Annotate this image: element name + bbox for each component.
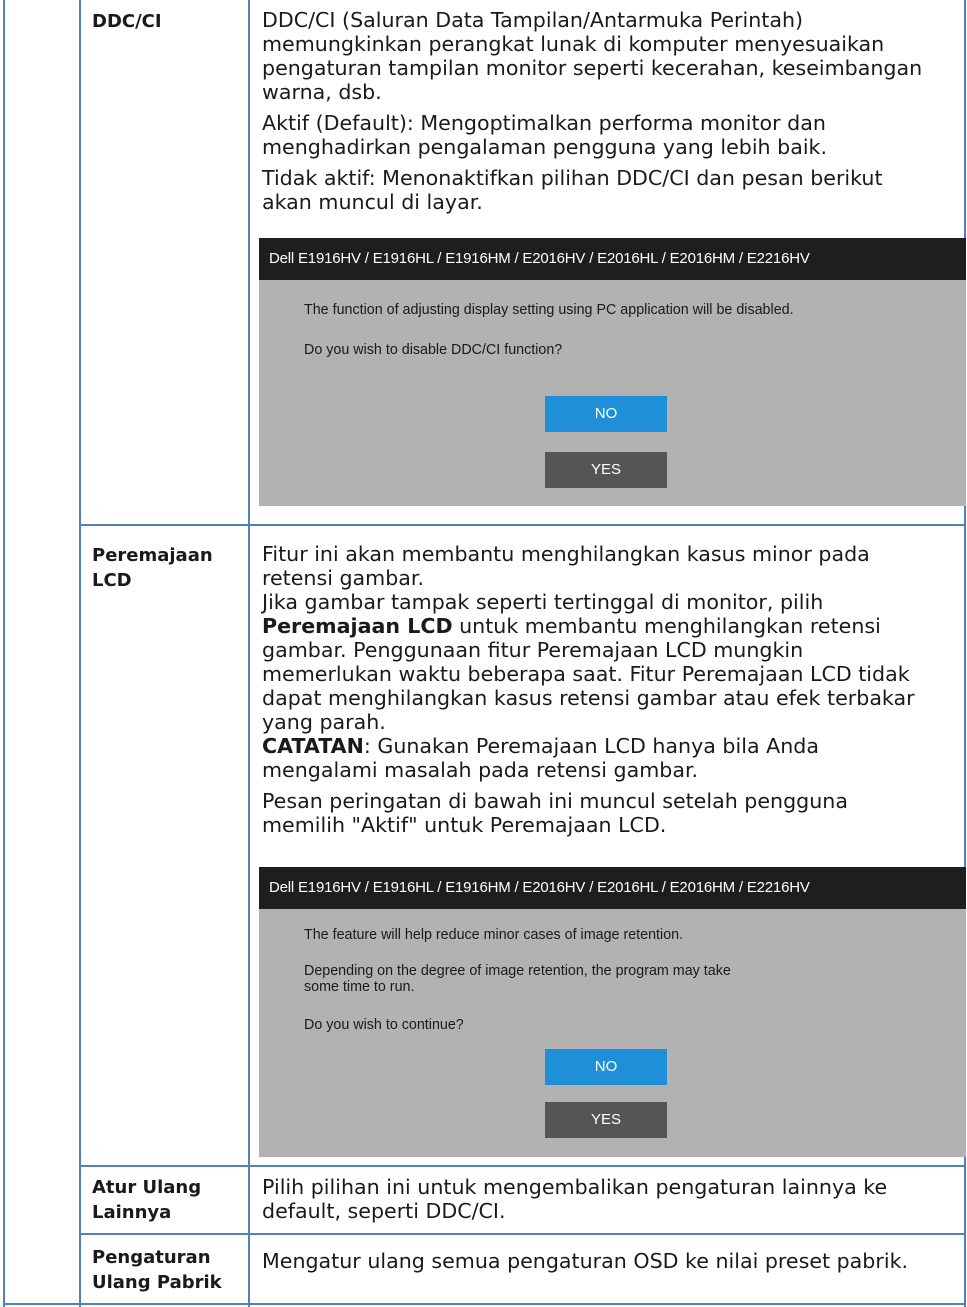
note-line: CATATAN: Gunakan Peremajaan LCD hanya bi… — [262, 734, 962, 758]
dialog-message: Depending on the degree of image retenti… — [304, 963, 731, 979]
label-line: Ulang Pabrik — [92, 1272, 222, 1293]
note-text: : Gunakan Peremajaan LCD hanya bila Anda — [363, 734, 819, 758]
label-line: Atur Ulang — [92, 1177, 202, 1198]
row-label-factory-reset: Pengaturan Ulang Pabrik — [92, 1245, 222, 1295]
label-line: Pengaturan — [92, 1247, 211, 1268]
row-divider — [79, 1233, 966, 1235]
label-line: Peremajaan — [92, 545, 213, 566]
lcd-warning-dialog: Dell E1916HV / E1916HL / E1916HM / E2016… — [259, 867, 966, 1157]
dialog-title: Dell E1916HV / E1916HL / E1916HM / E2016… — [259, 867, 966, 909]
no-button[interactable]: NO — [545, 1049, 667, 1085]
text-line: memilih "Aktif" untuk Peremajaan LCD. — [262, 813, 667, 837]
dialog-message: The feature will help reduce minor cases… — [304, 927, 684, 943]
settings-table: DDC/CI DDC/CI (Saluran Data Tampilan/Ant… — [0, 0, 967, 1307]
table-border-divider — [248, 0, 250, 1307]
text-line: Tidak aktif: Menonaktifkan pilihan DDC/C… — [262, 166, 883, 190]
ddcci-warning-dialog: Dell E1916HV / E1916HL / E1916HM / E2016… — [259, 238, 966, 506]
text-line: dapat menghilangkan kasus retensi gambar… — [262, 686, 915, 710]
text-line: Mengatur ulang semua pengaturan OSD ke n… — [262, 1249, 909, 1273]
text-line: menghadirkan pengalaman pengguna yang le… — [262, 135, 828, 159]
text-line: mengalami masalah pada retensi gambar. — [262, 758, 699, 782]
other-reset-description: Pilih pilihan ini untuk mengembalikan pe… — [262, 1175, 962, 1223]
text-line: DDC/CI (Saluran Data Tampilan/Antarmuka … — [262, 8, 804, 32]
ddcci-description: DDC/CI (Saluran Data Tampilan/Antarmuka … — [262, 8, 962, 214]
table-border-bottom — [3, 1303, 966, 1305]
lcd-description: Fitur ini akan membantu menghilangkan ka… — [262, 542, 962, 837]
yes-button[interactable]: YES — [545, 1102, 667, 1138]
bold-term: Peremajaan LCD — [262, 614, 453, 638]
row-label-ddcci: DDC/CI — [92, 11, 162, 32]
text-line: Pilih pilihan ini untuk mengembalikan pe… — [262, 1175, 888, 1199]
no-button[interactable]: NO — [545, 396, 667, 432]
text-line: default, seperti DDC/CI. — [262, 1199, 506, 1223]
dialog-question: Do you wish to disable DDC/CI function? — [304, 342, 563, 358]
factory-reset-description: Mengatur ulang semua pengaturan OSD ke n… — [262, 1249, 962, 1273]
dialog-title: Dell E1916HV / E1916HL / E1916HM / E2016… — [259, 238, 966, 280]
row-label-lcd-conditioning: Peremajaan LCD — [92, 543, 213, 593]
text-line: Peremajaan LCD untuk membantu menghilang… — [262, 614, 962, 638]
text-line: Aktif (Default): Mengoptimalkan performa… — [262, 111, 826, 135]
note-label: CATATAN — [262, 734, 364, 758]
text-line: memungkinkan perangkat lunak di komputer… — [262, 32, 885, 56]
text-line: Fitur ini akan membantu menghilangkan ka… — [262, 542, 870, 566]
row-divider — [79, 1165, 966, 1167]
table-border-label-left — [79, 0, 81, 1307]
dialog-message: The function of adjusting display settin… — [304, 302, 794, 318]
row-divider — [79, 524, 966, 526]
text-line: gambar. Penggunaan fitur Peremajaan LCD … — [262, 638, 804, 662]
table-border-left — [3, 0, 5, 1307]
text-line: pengaturan tampilan monitor seperti kece… — [262, 56, 923, 80]
text-line: warna, dsb. — [262, 80, 382, 104]
text-line: Pesan peringatan di bawah ini muncul set… — [262, 789, 848, 813]
text-line: akan muncul di layar. — [262, 190, 483, 214]
label-line: Lainnya — [92, 1202, 172, 1223]
label-line: LCD — [92, 570, 132, 591]
yes-button[interactable]: YES — [545, 452, 667, 488]
dialog-question: Do you wish to continue? — [304, 1017, 464, 1033]
dialog-message: some time to run. — [304, 979, 415, 995]
row-label-other-reset: Atur Ulang Lainnya — [92, 1175, 201, 1225]
inline-text: untuk membantu menghilangkan retensi — [452, 614, 881, 638]
text-line: memerlukan waktu beberapa saat. Fitur Pe… — [262, 662, 910, 686]
text-line: Jika gambar tampak seperti tertinggal di… — [262, 590, 824, 614]
text-line: yang parah. — [262, 710, 386, 734]
text-line: retensi gambar. — [262, 566, 425, 590]
